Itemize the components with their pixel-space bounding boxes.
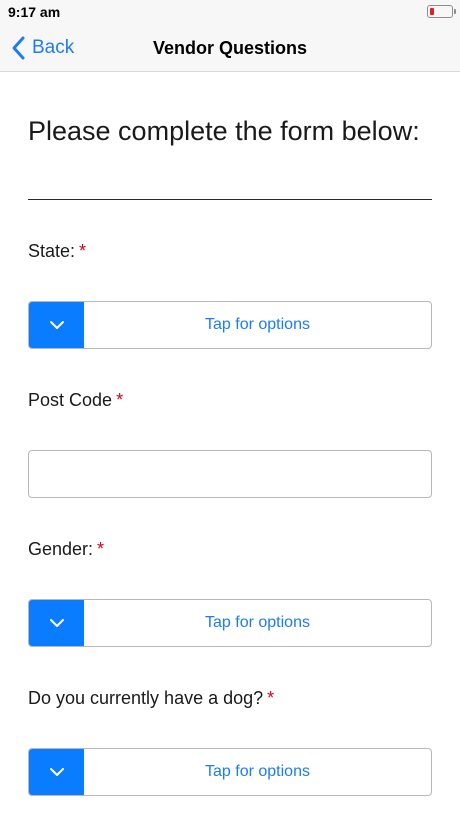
back-button[interactable]: Back — [10, 33, 74, 63]
dog-question-label: Do you currently have a dog? * — [28, 688, 274, 709]
dog-select-value: Tap for options — [205, 763, 310, 780]
navigation-bar: Back Vendor Questions — [0, 24, 460, 72]
post-code-label: Post Code * — [28, 390, 123, 411]
required-marker: * — [79, 241, 87, 261]
gender-label: Gender: * — [28, 539, 104, 560]
battery-icon — [427, 5, 456, 18]
gender-select[interactable]: Tap for options — [28, 599, 432, 647]
required-marker: * — [267, 688, 275, 708]
state-select[interactable]: Tap for options — [28, 301, 432, 349]
status-time: 9:17 am — [8, 4, 61, 20]
post-code-input[interactable] — [28, 450, 432, 498]
status-bar: 9:17 am — [0, 0, 460, 24]
chevron-down-icon — [49, 321, 64, 329]
post-code-label-text: Post Code — [28, 390, 113, 410]
state-select-arrow[interactable] — [29, 302, 84, 348]
state-select-value: Tap for options — [205, 316, 310, 333]
required-marker: * — [116, 390, 124, 410]
gender-label-text: Gender: — [28, 539, 94, 559]
heading-divider — [28, 199, 432, 200]
battery-level — [430, 8, 434, 15]
chevron-down-icon — [49, 768, 64, 776]
gender-select-arrow[interactable] — [29, 600, 84, 646]
back-chevron-icon — [12, 36, 25, 60]
state-label-text: State: — [28, 241, 76, 261]
gender-select-value: Tap for options — [205, 614, 310, 631]
state-label: State: * — [28, 241, 86, 262]
back-label: Back — [32, 37, 75, 58]
dog-select[interactable]: Tap for options — [28, 748, 432, 796]
dog-question-label-text: Do you currently have a dog? — [28, 688, 264, 708]
chevron-down-icon — [49, 619, 64, 627]
form-heading: Please complete the form below: — [28, 116, 420, 146]
required-marker: * — [97, 539, 105, 559]
dog-select-arrow[interactable] — [29, 749, 84, 795]
